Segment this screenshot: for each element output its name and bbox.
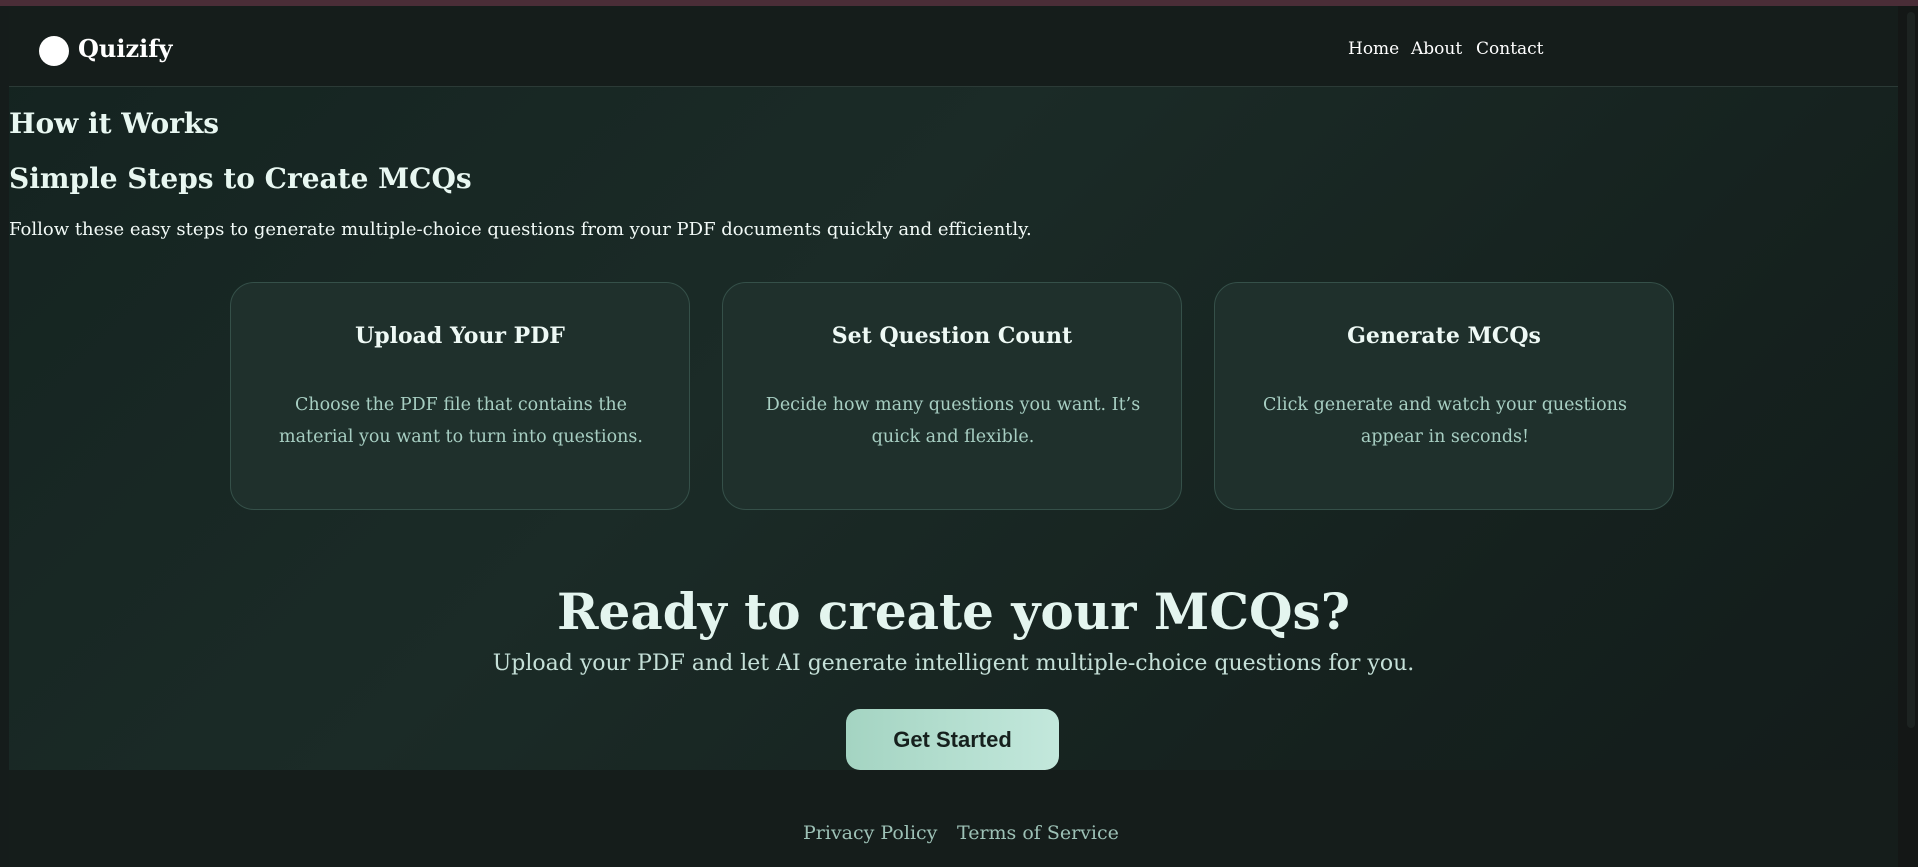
site-footer: Privacy Policy Terms of Service — [9, 770, 1898, 867]
get-started-button[interactable]: Get Started — [846, 709, 1059, 770]
step-card-title: Generate MCQs — [1347, 323, 1541, 349]
logo-icon[interactable] — [39, 36, 69, 66]
nav-about-link[interactable]: About — [1411, 39, 1462, 59]
step-card-generate: Generate MCQs Click generate and watch y… — [1214, 282, 1674, 510]
nav-contact-link[interactable]: Contact — [1476, 39, 1544, 59]
step-card-title: Set Question Count — [831, 323, 1073, 349]
terms-of-service-link[interactable]: Terms of Service — [957, 822, 1119, 844]
steps-intro-text: Follow these easy steps to generate mult… — [9, 219, 1032, 240]
cta-title: Ready to create your MCQs? — [557, 582, 1350, 641]
site-header: Quizify Home About Contact — [9, 6, 1898, 87]
cta-subtitle: Upload your PDF and let AI generate inte… — [492, 651, 1415, 676]
scrollbar-thumb[interactable] — [1907, 12, 1915, 728]
step-card-upload: Upload Your PDF Choose the PDF file that… — [230, 282, 690, 510]
steps-heading: Simple Steps to Create MCQs — [9, 162, 472, 195]
how-it-works-heading: How it Works — [9, 107, 220, 140]
logo-text[interactable]: Quizify — [78, 34, 173, 63]
page: Quizify Home About Contact How it Works … — [9, 6, 1898, 867]
nav-home-link[interactable]: Home — [1348, 39, 1399, 59]
step-card-description: Decide how many questions you want. It’s… — [765, 395, 1141, 447]
step-card-description: Click generate and watch your questions … — [1263, 395, 1627, 447]
privacy-policy-link[interactable]: Privacy Policy — [803, 822, 937, 844]
step-card-title: Upload Your PDF — [355, 323, 565, 349]
step-card-description: Choose the PDF file that contains the ma… — [279, 395, 643, 447]
step-card-question-count: Set Question Count Decide how many quest… — [722, 282, 1182, 510]
